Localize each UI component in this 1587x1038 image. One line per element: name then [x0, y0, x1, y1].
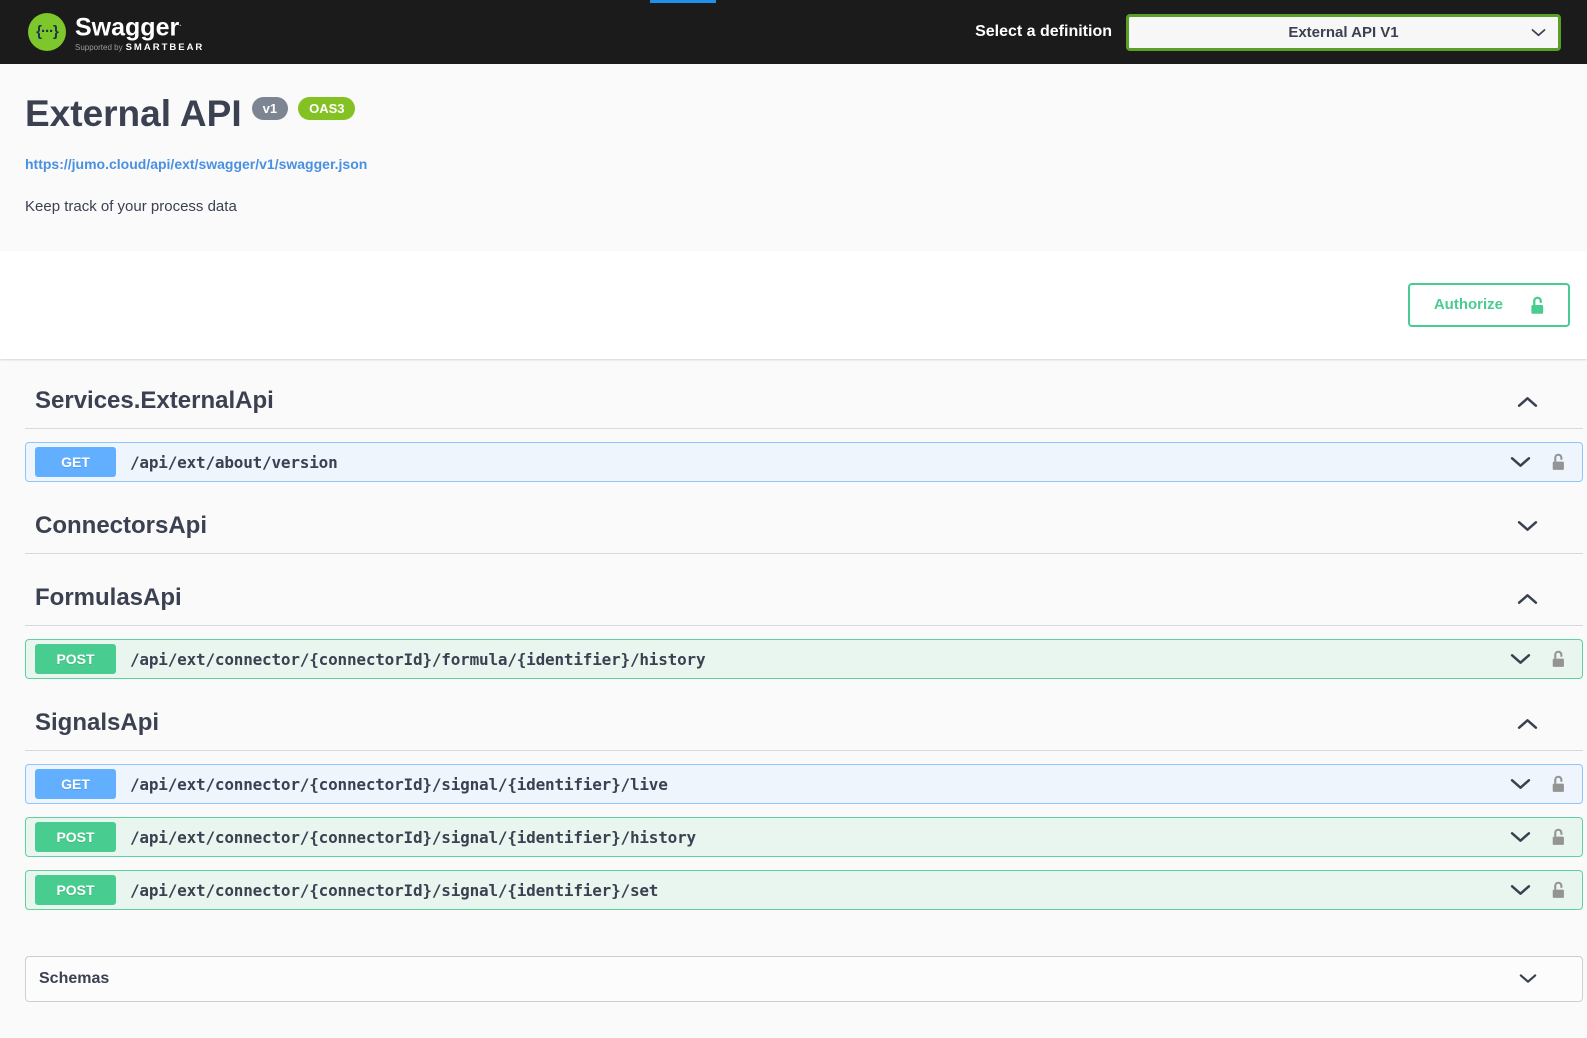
- operation-path: /api/ext/connector/{connectorId}/signal/…: [130, 828, 696, 847]
- swagger-logo[interactable]: {···} Swagger. Supported bySMARTBEAR: [28, 11, 204, 52]
- chevron-icon[interactable]: [1517, 520, 1538, 533]
- unlock-icon: [1527, 294, 1548, 316]
- swagger-logo-text-block: Swagger. Supported bySMARTBEAR: [75, 11, 204, 52]
- chevron-icon[interactable]: [1517, 717, 1538, 730]
- schemas-title: Schemas: [39, 970, 109, 988]
- operation-path: /api/ext/about/version: [130, 453, 338, 472]
- tag-section-header[interactable]: Services.ExternalApi: [25, 373, 1583, 429]
- method-badge: POST: [35, 822, 116, 852]
- chevron-icon[interactable]: [1517, 395, 1538, 408]
- swagger-logo-icon: {···}: [28, 13, 66, 51]
- unlock-icon[interactable]: [1548, 648, 1569, 670]
- api-tag-section: Services.ExternalApi GET /api/ext/about/…: [25, 373, 1583, 482]
- api-description: Keep track of your process data: [25, 198, 1562, 215]
- unlock-icon[interactable]: [1548, 879, 1569, 901]
- authorize-button-label: Authorize: [1434, 296, 1503, 314]
- operation-row-controls: [1510, 879, 1582, 901]
- tag-section-header[interactable]: SignalsApi: [25, 695, 1583, 751]
- topbar: {···} Swagger. Supported bySMARTBEAR Sel…: [0, 0, 1587, 64]
- scheme-container: Authorize: [0, 251, 1587, 359]
- browser-loading-bar: [650, 0, 716, 3]
- tag-section-title: ConnectorsApi: [35, 512, 207, 540]
- operations-list: Services.ExternalApi GET /api/ext/about/…: [0, 359, 1587, 1002]
- chevron-down-icon[interactable]: [1510, 653, 1531, 666]
- schemas-section-header[interactable]: Schemas: [25, 956, 1583, 1002]
- operation-path: /api/ext/connector/{connectorId}/formula…: [130, 650, 705, 669]
- unlock-icon[interactable]: [1548, 451, 1569, 473]
- api-tag-section: FormulasApi POST /api/ext/connector/{con…: [25, 570, 1583, 679]
- chevron-down-icon[interactable]: [1510, 831, 1531, 844]
- unlock-icon[interactable]: [1548, 773, 1569, 795]
- operation-path: /api/ext/connector/{connectorId}/signal/…: [130, 775, 668, 794]
- tag-section-header[interactable]: FormulasApi: [25, 570, 1583, 626]
- definition-selector: Select a definition External API V1: [975, 14, 1561, 51]
- chevron-down-icon[interactable]: [1510, 456, 1531, 469]
- chevron-down-icon[interactable]: [1510, 884, 1531, 897]
- tag-operations: POST /api/ext/connector/{connectorId}/fo…: [25, 639, 1583, 679]
- chevron-down-icon[interactable]: [1519, 973, 1537, 985]
- method-badge: POST: [35, 875, 116, 905]
- definition-select[interactable]: External API V1: [1126, 14, 1561, 51]
- version-badge: v1: [252, 97, 288, 120]
- definition-select-value: External API V1: [1288, 24, 1398, 41]
- tag-section-header[interactable]: ConnectorsApi: [25, 498, 1583, 554]
- operation-row[interactable]: POST /api/ext/connector/{connectorId}/si…: [25, 870, 1583, 910]
- chevron-icon[interactable]: [1517, 592, 1538, 605]
- operation-row-controls: [1510, 648, 1582, 670]
- spec-url-link[interactable]: https://jumo.cloud/api/ext/swagger/v1/sw…: [25, 156, 367, 172]
- operation-row-controls: [1510, 451, 1582, 473]
- tag-section-title: FormulasApi: [35, 584, 182, 612]
- chevron-down-icon[interactable]: [1510, 778, 1531, 791]
- tag-section-title: Services.ExternalApi: [35, 387, 274, 415]
- api-info-section: External API v1 OAS3 https://jumo.cloud/…: [0, 64, 1587, 251]
- api-tag-section: SignalsApi GET /api/ext/connector/{conne…: [25, 695, 1583, 910]
- operation-row[interactable]: POST /api/ext/connector/{connectorId}/si…: [25, 817, 1583, 857]
- operation-row[interactable]: GET /api/ext/connector/{connectorId}/sig…: [25, 764, 1583, 804]
- operation-row-controls: [1510, 826, 1582, 848]
- select-definition-label: Select a definition: [975, 23, 1112, 41]
- tag-operations: GET /api/ext/connector/{connectorId}/sig…: [25, 764, 1583, 910]
- operation-path: /api/ext/connector/{connectorId}/signal/…: [130, 881, 658, 900]
- method-badge: GET: [35, 769, 116, 799]
- tag-operations: GET /api/ext/about/version: [25, 442, 1583, 482]
- authorize-button[interactable]: Authorize: [1408, 283, 1570, 327]
- api-title: External API: [25, 92, 242, 136]
- chevron-down-icon: [1531, 28, 1546, 38]
- operation-row-controls: [1510, 773, 1582, 795]
- api-tag-section: ConnectorsApi: [25, 498, 1583, 554]
- unlock-icon[interactable]: [1548, 826, 1569, 848]
- method-badge: POST: [35, 644, 116, 674]
- swagger-logo-title: Swagger.: [75, 11, 204, 40]
- smartbear-tagline: Supported bySMARTBEAR: [75, 42, 204, 53]
- operation-row[interactable]: POST /api/ext/connector/{connectorId}/fo…: [25, 639, 1583, 679]
- operation-row[interactable]: GET /api/ext/about/version: [25, 442, 1583, 482]
- oas3-badge: OAS3: [298, 97, 355, 120]
- method-badge: GET: [35, 447, 116, 477]
- tag-section-title: SignalsApi: [35, 709, 159, 737]
